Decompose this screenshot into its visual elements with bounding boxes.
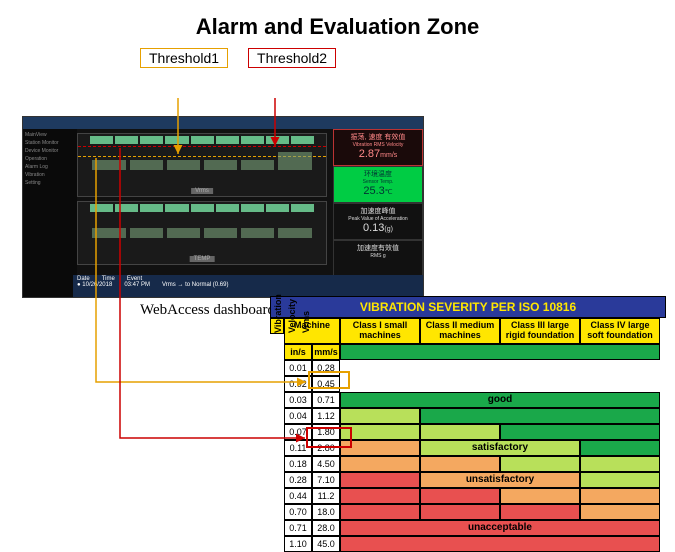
threshold1-label: Threshold1	[140, 48, 228, 68]
temp-chart: TEMP	[77, 201, 327, 265]
dashboard-sidebar: MainView Station Monitor Device Monitor …	[23, 129, 77, 297]
dashboard-caption: WebAccess dashboard	[140, 302, 275, 319]
threshold2-label: Threshold2	[248, 48, 336, 68]
webaccess-dashboard-screenshot: MainView Station Monitor Device Monitor …	[22, 116, 424, 298]
threshold-labels: Threshold1 Threshold2	[140, 48, 675, 68]
threshold1-highlight	[308, 371, 350, 389]
iso-header: VIBRATION SEVERITY PER ISO 10816	[270, 296, 666, 318]
iso-10816-table: VIBRATION SEVERITY PER ISO 10816 Vibrati…	[270, 296, 666, 552]
page-title: Alarm and Evaluation Zone	[0, 14, 675, 40]
vibration-axis-label: Vibration Velocity Vrms	[270, 318, 284, 334]
dashboard-right-panel: 振荡, 速度 有效值Vibration RMS Velocity2.87mm/s…	[333, 129, 423, 277]
vrms-chart: Vrms	[77, 133, 327, 197]
threshold2-highlight	[306, 427, 352, 448]
dashboard-bottombar: DateTimeEvent ● 10/26/201803:47 PMVrms →…	[73, 275, 423, 297]
